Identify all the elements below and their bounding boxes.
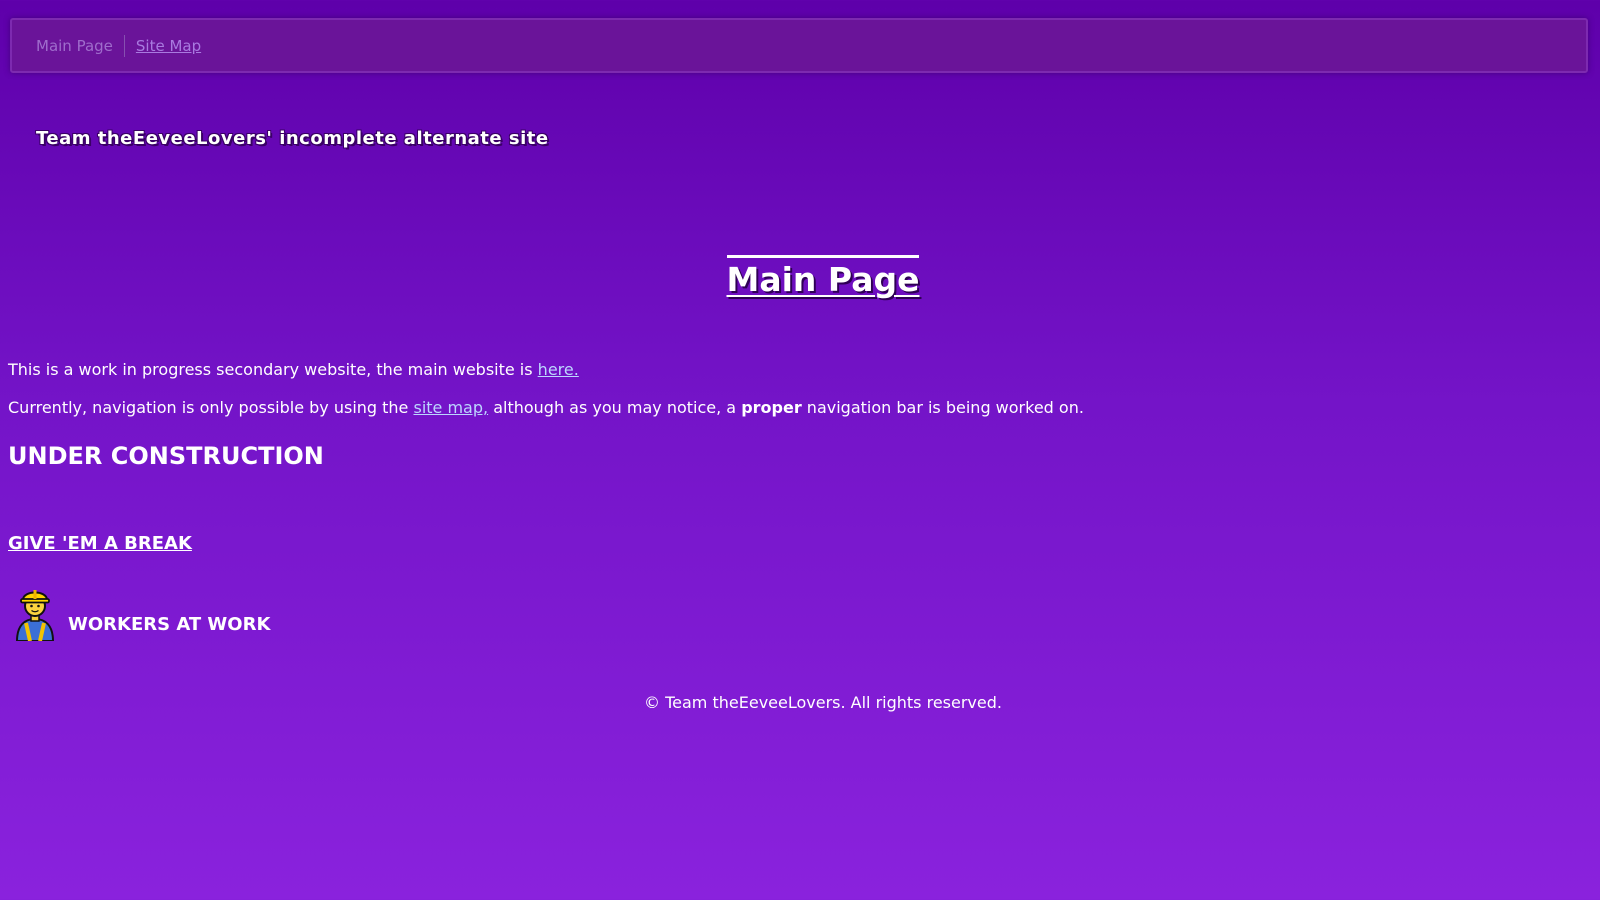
intro-paragraph-1: This is a work in progress secondary web… <box>8 360 579 379</box>
footer-copyright: © Team theEeveeLovers. All rights reserv… <box>644 693 1002 712</box>
workers-label: WORKERS AT WORK <box>68 613 271 635</box>
under-construction-heading: UNDER CONSTRUCTION <box>8 442 324 470</box>
nav-note-text-start: Currently, navigation is only possible b… <box>8 398 414 417</box>
construction-worker-icon <box>15 590 55 641</box>
page-heading-text[interactable]: Main Page <box>726 255 920 302</box>
workers-banner: WORKERS AT WORK <box>12 585 270 641</box>
intro-paragraph-2: Currently, navigation is only possible b… <box>8 398 1084 417</box>
nav-site-map-link[interactable]: Site Map <box>136 37 201 55</box>
top-navbar: Main Page Site Map <box>10 18 1588 73</box>
nav-divider <box>123 34 125 57</box>
nav-note-emphasis: proper <box>741 398 802 417</box>
site-map-link[interactable]: site map, <box>413 398 488 417</box>
site-title: Team theEeveeLovers' incomplete alternat… <box>36 128 549 149</box>
nav-main-page-link[interactable]: Main Page <box>36 37 113 55</box>
page-heading: Main Page <box>0 255 1600 302</box>
intro-text: This is a work in progress secondary web… <box>8 360 538 379</box>
nav-note-text-end: navigation bar is being worked on. <box>801 398 1084 417</box>
main-website-link[interactable]: here. <box>538 360 579 379</box>
nav-note-text-middle: although as you may notice, a <box>488 398 742 417</box>
give-em-a-break-link[interactable]: GIVE 'EM A BREAK <box>8 533 192 554</box>
